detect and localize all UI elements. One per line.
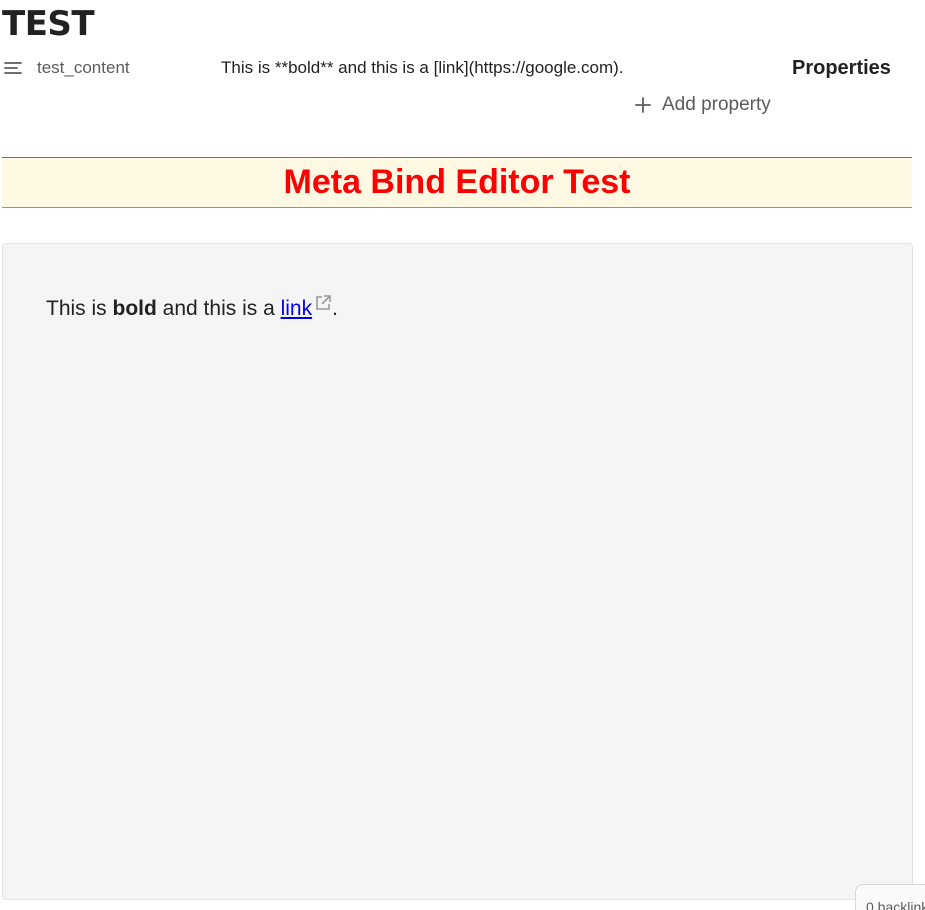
properties-heading: Properties xyxy=(792,57,891,79)
external-link[interactable]: link xyxy=(281,297,313,320)
rendered-markdown: This is bold and this is a link . xyxy=(46,294,338,323)
add-property-label: Add property xyxy=(662,94,771,115)
meta-bind-editor[interactable]: This is bold and this is a link . xyxy=(2,243,913,900)
property-key[interactable]: test_content xyxy=(37,57,130,79)
add-property-button[interactable]: Add property xyxy=(634,92,771,118)
banner-title: Meta Bind Editor Test xyxy=(283,163,631,201)
external-link-icon xyxy=(316,295,331,310)
text-segment: . xyxy=(332,297,338,320)
backlinks-badge[interactable]: 0 backlinks xyxy=(855,884,925,910)
text-segment: This is xyxy=(46,297,113,320)
note-title: TEST xyxy=(2,4,95,44)
plus-icon xyxy=(635,97,651,113)
bold-text: bold xyxy=(112,297,157,320)
meta-bind-banner: Meta Bind Editor Test xyxy=(2,157,912,208)
property-value[interactable]: This is **bold** and this is a [link](ht… xyxy=(221,57,624,79)
text-segment: and this is a xyxy=(156,297,281,320)
property-row-test-content[interactable]: test_content This is **bold** and this i… xyxy=(0,56,925,82)
list-icon xyxy=(4,62,22,74)
